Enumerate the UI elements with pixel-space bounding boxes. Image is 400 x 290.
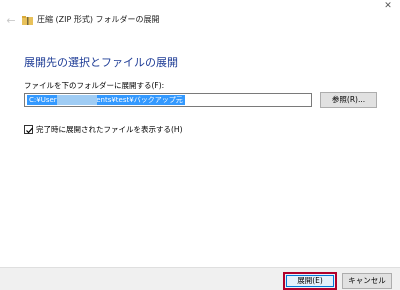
destination-path-input[interactable]: C:¥Users¥ ¥Documents¥test¥バックアップ元	[24, 93, 312, 107]
cancel-button[interactable]: キャンセル	[342, 273, 392, 289]
zip-folder-icon	[22, 15, 33, 26]
browse-button[interactable]: 参照(R)...	[320, 92, 377, 108]
dialog-footer	[0, 268, 400, 290]
title-bar: ← 圧縮 (ZIP 形式) フォルダーの展開 ✕	[0, 0, 400, 38]
destination-path-text: C:¥Users¥ ¥Documents¥test¥バックアップ元	[27, 95, 185, 105]
back-arrow-icon[interactable]: ←	[4, 14, 18, 28]
extract-button-label: 展開(E)	[286, 275, 334, 287]
extract-button[interactable]: 展開(E)	[283, 272, 337, 290]
show-files-checkbox[interactable]	[24, 125, 33, 134]
destination-label: ファイルを下のフォルダーに展開する(F):	[24, 81, 165, 90]
dialog-heading: 展開先の選択とファイルの展開	[24, 56, 178, 69]
close-icon[interactable]: ✕	[376, 0, 400, 14]
show-files-label: 完了時に展開されたファイルを表示する(H)	[36, 125, 183, 134]
redacted-username-mask	[57, 95, 97, 105]
checkmark-icon	[26, 127, 33, 134]
window-title: 圧縮 (ZIP 形式) フォルダーの展開	[37, 15, 160, 24]
